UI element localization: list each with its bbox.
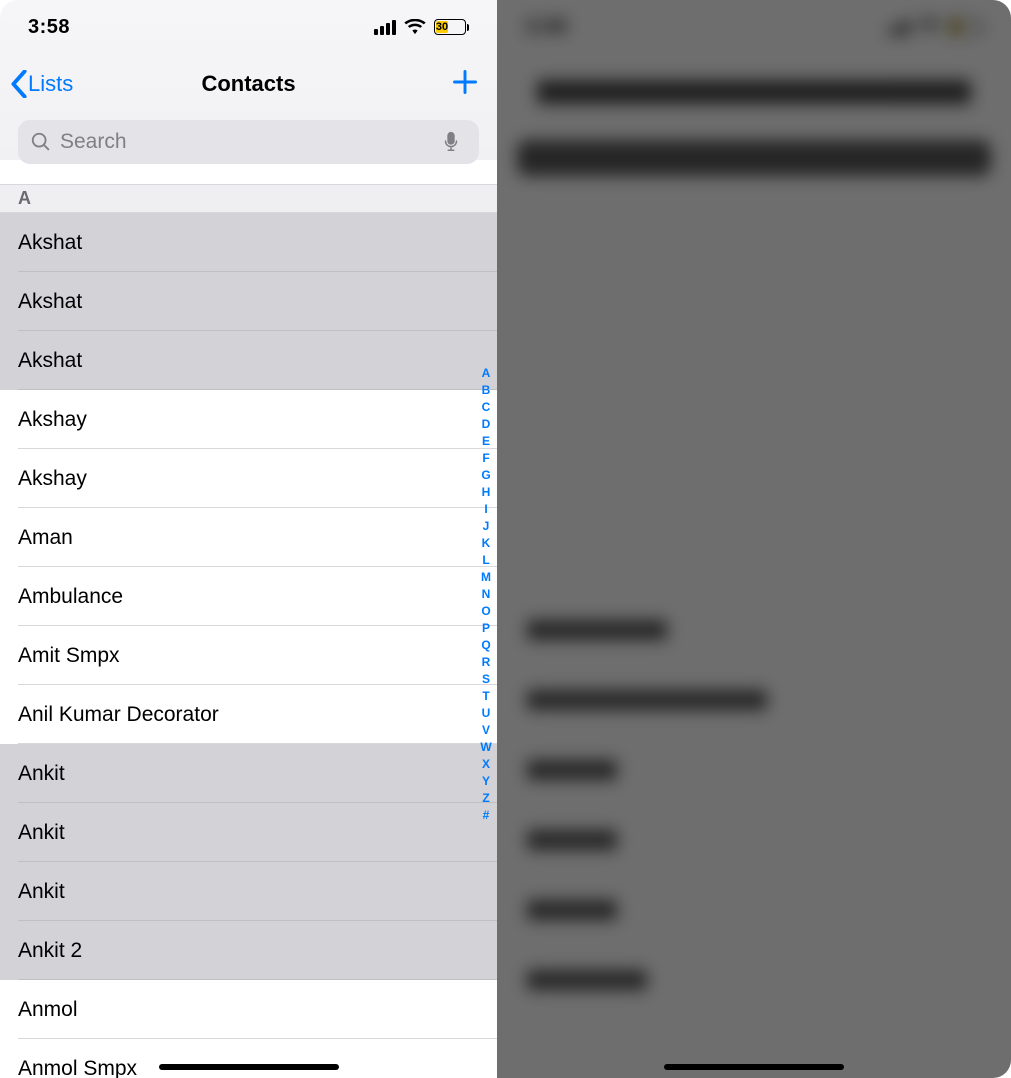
- nav-bar: Lists Contacts: [0, 54, 497, 114]
- status-bar: 3:58 30: [0, 0, 497, 54]
- index-letter[interactable]: K: [482, 535, 491, 552]
- contact-row[interactable]: Ankit: [0, 862, 497, 921]
- index-letter[interactable]: I: [484, 501, 487, 518]
- add-button[interactable]: [451, 68, 479, 101]
- contact-row[interactable]: Aman: [0, 508, 497, 567]
- index-letter[interactable]: N: [482, 586, 491, 603]
- index-letter[interactable]: L: [482, 552, 489, 569]
- contact-row[interactable]: Anmol: [0, 980, 497, 1039]
- index-letter[interactable]: X: [482, 756, 490, 773]
- index-letter[interactable]: Y: [482, 773, 490, 790]
- index-letter[interactable]: C: [482, 399, 491, 416]
- contact-row[interactable]: Akshay: [0, 449, 497, 508]
- index-letter[interactable]: Z: [482, 790, 489, 807]
- plus-icon: [451, 68, 479, 96]
- index-letter[interactable]: A: [482, 365, 491, 382]
- contact-row[interactable]: Amit Smpx: [0, 626, 497, 685]
- contact-row[interactable]: Anil Kumar Decorator: [0, 685, 497, 744]
- index-letter[interactable]: B: [482, 382, 491, 399]
- index-letter[interactable]: H: [482, 484, 491, 501]
- index-letter[interactable]: P: [482, 620, 490, 637]
- index-letter[interactable]: D: [482, 416, 491, 433]
- index-letter[interactable]: M: [481, 569, 491, 586]
- status-icons: 30: [374, 19, 469, 35]
- contact-row[interactable]: Anmol Smpx: [0, 1039, 497, 1078]
- page-title: Contacts: [201, 71, 295, 97]
- index-letter[interactable]: E: [482, 433, 490, 450]
- search-icon: [30, 131, 52, 153]
- contacts-list[interactable]: AkshatAkshatAkshatAkshayAkshayAmanAmbula…: [0, 213, 497, 1078]
- contact-row[interactable]: Ankit: [0, 803, 497, 862]
- index-letter[interactable]: S: [482, 671, 490, 688]
- back-button[interactable]: Lists: [10, 70, 73, 98]
- index-letter[interactable]: U: [482, 705, 491, 722]
- cellular-icon: [374, 20, 396, 35]
- battery-icon: 30: [434, 19, 469, 35]
- screenshot-right: 3:58 30 Akshat 7 Copy Share Merge 7 Card…: [497, 0, 1011, 1078]
- index-letter[interactable]: T: [482, 688, 489, 705]
- search-placeholder: Search: [60, 130, 127, 154]
- index-letter[interactable]: J: [483, 518, 490, 535]
- index-bar[interactable]: ABCDEFGHIJKLMNOPQRSTUVWXYZ#: [477, 365, 495, 824]
- index-letter[interactable]: G: [481, 467, 490, 484]
- dim-overlay[interactable]: [497, 0, 1011, 1078]
- back-label: Lists: [28, 71, 73, 97]
- index-letter[interactable]: R: [482, 654, 491, 671]
- contact-row[interactable]: Akshay: [0, 390, 497, 449]
- index-letter[interactable]: Q: [481, 637, 490, 654]
- contact-row[interactable]: Akshat: [0, 213, 497, 272]
- wifi-icon: [404, 19, 426, 35]
- index-letter[interactable]: #: [483, 807, 490, 824]
- index-letter[interactable]: F: [482, 450, 489, 467]
- section-header: A: [0, 184, 497, 213]
- chevron-left-icon: [10, 70, 28, 98]
- home-indicator[interactable]: [664, 1064, 844, 1070]
- mic-icon[interactable]: [443, 131, 459, 153]
- index-letter[interactable]: V: [482, 722, 490, 739]
- home-indicator[interactable]: [159, 1064, 339, 1070]
- search-field[interactable]: Search: [18, 120, 479, 164]
- contact-row[interactable]: Akshat: [0, 272, 497, 331]
- contact-row[interactable]: Ambulance: [0, 567, 497, 626]
- index-letter[interactable]: O: [481, 603, 490, 620]
- status-time: 3:58: [28, 16, 70, 39]
- contact-row[interactable]: Ankit: [0, 744, 497, 803]
- screenshot-left: 3:58 30 Lists Contacts Search A AkshatAk…: [0, 0, 497, 1078]
- contact-row[interactable]: Akshat: [0, 331, 497, 390]
- contact-row[interactable]: Ankit 2: [0, 921, 497, 980]
- index-letter[interactable]: W: [480, 739, 491, 756]
